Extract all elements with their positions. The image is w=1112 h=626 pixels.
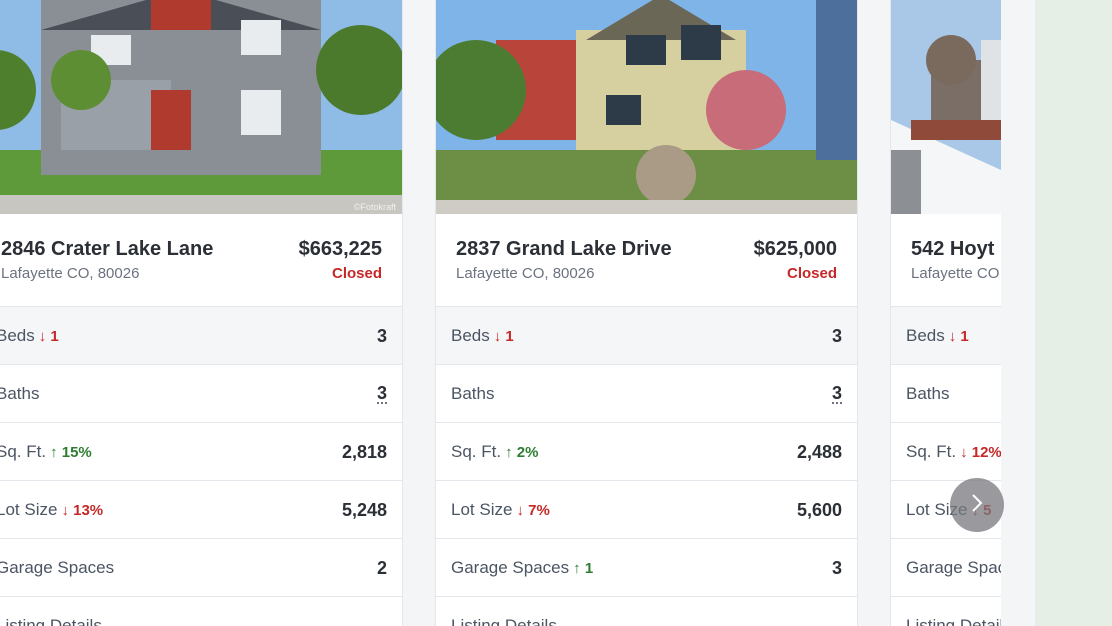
row-label: Garage Spaces <box>451 558 570 577</box>
listing-photo[interactable]: ©Fotokraft <box>0 0 402 214</box>
detail-row-baths: Baths 3 <box>0 365 402 423</box>
row-label: Beds <box>0 326 35 345</box>
row-value: 3 <box>831 326 842 346</box>
listing-card[interactable]: 2837 Grand Lake Drive Lafayette CO, 8002… <box>435 0 858 626</box>
listing-address[interactable]: 2846 Crater Lake Lane <box>1 238 213 261</box>
row-value: 2,818 <box>341 442 387 462</box>
carousel-gutter <box>1001 0 1035 626</box>
arrow-down-icon: ↓ <box>960 444 968 461</box>
detail-row-listing-details[interactable]: Listing Details <box>0 597 402 626</box>
detail-row-garage: Garage Spaces 2 <box>0 539 402 597</box>
row-label: Garage Spaces <box>0 558 115 577</box>
row-label: Baths <box>0 384 40 403</box>
row-label: Baths <box>906 384 950 403</box>
row-label: Beds <box>451 326 490 345</box>
side-panel <box>1035 0 1112 626</box>
listing-city: Lafayette CO, 80026 <box>1 265 140 282</box>
listing-photo[interactable] <box>891 0 1001 214</box>
listing-address[interactable]: 2837 Grand Lake Drive <box>456 238 672 261</box>
delta-badge: ↓ 7% <box>516 502 550 519</box>
arrow-down-icon: ↓ <box>516 502 524 519</box>
row-label: Lot Size <box>0 500 58 519</box>
detail-row-sqft: Sq. Ft. ↓ 12% <box>891 423 1001 481</box>
delta-badge: ↓ 1 <box>948 328 969 345</box>
row-label: Listing Details <box>906 616 1001 626</box>
detail-row-garage: Garage Spaces ↑ 1 3 <box>436 539 857 597</box>
listing-address[interactable]: 542 Hoyt <box>911 238 994 261</box>
row-value: 3 <box>376 326 387 346</box>
listing-header: 542 Hoyt Lafayette CO <box>891 214 1001 307</box>
detail-row-lot-size: Lot Size ↓ 13% 5,248 <box>0 481 402 539</box>
delta-badge: ↓ 1 <box>38 328 59 345</box>
delta-badge: ↑ 2% <box>505 444 539 461</box>
delta-badge: ↓ 13% <box>61 502 104 519</box>
comparables-view: ©Fotokraft 2846 Crater Lake Lane Lafayet… <box>0 0 1112 626</box>
row-label: Beds <box>906 326 945 345</box>
listing-city: Lafayette CO, 80026 <box>456 265 595 282</box>
listing-photo[interactable] <box>436 0 857 214</box>
row-value: 2 <box>376 558 387 578</box>
photo-watermark: ©Fotokraft <box>353 202 396 212</box>
arrow-down-icon: ↓ <box>61 502 69 519</box>
detail-row-beds: Beds ↓ 1 3 <box>0 307 402 365</box>
row-value: 5,248 <box>341 500 387 520</box>
detail-row-sqft: Sq. Ft. ↑ 2% 2,488 <box>436 423 857 481</box>
row-label: Listing Details <box>0 616 102 626</box>
status-badge: Closed <box>786 265 837 282</box>
row-label: Sq. Ft. <box>0 442 47 461</box>
row-label: Sq. Ft. <box>451 442 502 461</box>
delta-badge: ↑ 1 <box>573 560 594 577</box>
row-label: Sq. Ft. <box>906 442 957 461</box>
arrow-down-icon: ↓ <box>948 328 957 345</box>
delta-badge: ↓ 1 <box>493 328 514 345</box>
listing-carousel[interactable]: ©Fotokraft 2846 Crater Lake Lane Lafayet… <box>0 0 1001 626</box>
row-value: 5,600 <box>796 500 842 520</box>
row-label: Listing Details <box>451 616 557 626</box>
row-value: 2,488 <box>796 442 842 462</box>
row-value: 3 <box>831 558 842 578</box>
detail-row-baths: Baths <box>891 365 1001 423</box>
delta-badge: ↓ 12% <box>960 444 1001 461</box>
listing-card[interactable]: ©Fotokraft 2846 Crater Lake Lane Lafayet… <box>0 0 403 626</box>
detail-row-beds: Beds ↓ 1 3 <box>436 307 857 365</box>
listing-price: $663,225 <box>298 238 382 260</box>
arrow-up-icon: ↑ <box>505 444 513 461</box>
listing-price: $625,000 <box>753 238 837 260</box>
carousel-next-button[interactable] <box>950 478 1004 532</box>
delta-badge: ↑ 15% <box>50 444 92 461</box>
chevron-right-icon <box>967 491 987 520</box>
detail-row-baths: Baths 3 <box>436 365 857 423</box>
row-value[interactable]: 3 <box>376 384 387 404</box>
listing-city: Lafayette CO <box>911 265 1000 282</box>
row-value[interactable]: 3 <box>831 384 842 404</box>
arrow-up-icon: ↑ <box>50 444 58 461</box>
arrow-down-icon: ↓ <box>38 328 47 345</box>
listing-header: 2837 Grand Lake Drive Lafayette CO, 8002… <box>436 214 857 307</box>
row-label: Baths <box>451 384 495 403</box>
detail-row-listing-details[interactable]: Listing Details <box>436 597 857 626</box>
listing-header: 2846 Crater Lake Lane Lafayette CO, 8002… <box>0 214 402 307</box>
arrow-up-icon: ↑ <box>573 560 581 577</box>
detail-row-beds: Beds ↓ 1 <box>891 307 1001 365</box>
row-label: Garage Spaces <box>906 558 1001 577</box>
arrow-down-icon: ↓ <box>493 328 502 345</box>
detail-row-garage: Garage Spaces <box>891 539 1001 597</box>
status-badge: Closed <box>331 265 382 282</box>
row-label: Lot Size <box>451 500 513 519</box>
detail-row-listing-details[interactable]: Listing Details <box>891 597 1001 626</box>
listing-card[interactable]: 542 Hoyt Lafayette CO Beds ↓ 1 Baths Sq. … <box>890 0 1001 626</box>
detail-row-sqft: Sq. Ft. ↑ 15% 2,818 <box>0 423 402 481</box>
detail-row-lot-size: Lot Size ↓ 7% 5,600 <box>436 481 857 539</box>
